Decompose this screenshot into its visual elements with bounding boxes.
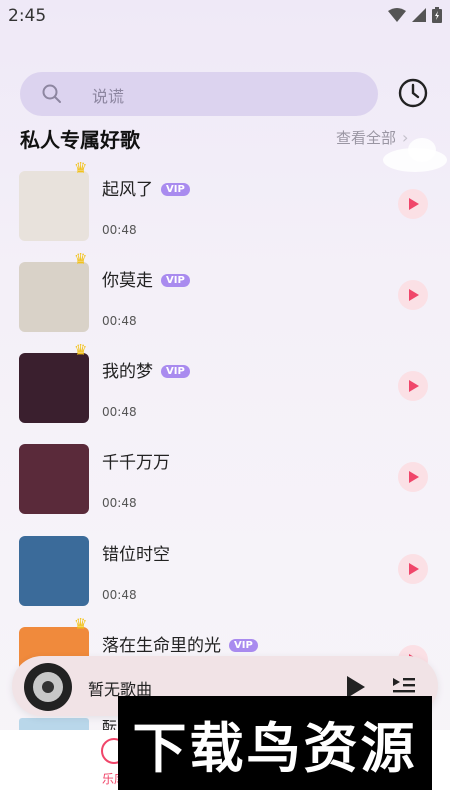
- vip-badge: VIP: [229, 639, 258, 652]
- play-song-button[interactable]: [398, 554, 428, 584]
- song-item[interactable]: 千千万万 00:48: [0, 444, 450, 524]
- song-duration: 00:48: [102, 314, 137, 328]
- song-duration: 00:48: [102, 588, 137, 602]
- disc-icon: [24, 663, 72, 711]
- crown-icon: ♛: [74, 615, 88, 633]
- song-item[interactable]: 错位时空 00:48: [0, 536, 450, 616]
- status-time: 2:45: [8, 6, 47, 26]
- battery-icon: [432, 7, 442, 23]
- history-icon[interactable]: [397, 77, 429, 109]
- cloud-icon: [383, 138, 447, 172]
- song-title: 错位时空: [102, 540, 170, 565]
- status-bar: 2:45: [0, 0, 450, 32]
- status-icons: [388, 7, 442, 23]
- song-item[interactable]: ♛ 我的梦 VIP 00:48: [0, 341, 450, 433]
- watermark: 下载鸟资源: [118, 696, 432, 790]
- play-song-button[interactable]: [398, 371, 428, 401]
- play-icon[interactable]: [347, 676, 365, 698]
- section-title: 私人专属好歌: [20, 128, 140, 152]
- song-title-text: 错位时空: [102, 545, 170, 565]
- song-title-text: 你莫走: [102, 271, 153, 291]
- play-song-button[interactable]: [398, 280, 428, 310]
- song-title-text: 千千万万: [102, 453, 170, 473]
- song-title: 你莫走 VIP: [102, 266, 190, 291]
- wifi-icon: [388, 8, 406, 22]
- vip-badge: VIP: [161, 365, 190, 378]
- playlist-icon[interactable]: [392, 676, 416, 696]
- watermark-text: 下载鸟资源: [132, 716, 418, 780]
- song-cover: [19, 171, 89, 241]
- song-cover: [19, 353, 89, 423]
- song-title: 起风了 VIP: [102, 175, 190, 200]
- search-bar[interactable]: 说谎: [20, 72, 378, 116]
- song-duration: 00:48: [102, 405, 137, 419]
- song-cover: [19, 262, 89, 332]
- crown-icon: ♛: [74, 341, 88, 359]
- song-title-text: 我的梦: [102, 362, 153, 382]
- song-title-text: 起风了: [102, 180, 153, 200]
- vip-badge: VIP: [161, 183, 190, 196]
- song-cover: [19, 444, 89, 514]
- partial-song-cover: [19, 718, 89, 730]
- signal-icon: [412, 8, 426, 22]
- search-placeholder: 说谎: [92, 87, 125, 106]
- song-item[interactable]: ♛ 起风了 VIP 00:48: [0, 159, 450, 251]
- song-item[interactable]: ♛ 你莫走 VIP 00:48: [0, 250, 450, 342]
- song-title: 我的梦 VIP: [102, 357, 190, 382]
- play-song-button[interactable]: [398, 462, 428, 492]
- crown-icon: ♛: [74, 159, 88, 177]
- search-icon: [42, 84, 61, 103]
- song-duration: 00:48: [102, 223, 137, 237]
- song-title: 千千万万: [102, 448, 170, 473]
- song-title-text: 落在生命里的光: [102, 636, 221, 656]
- song-cover: [19, 536, 89, 606]
- vip-badge: VIP: [161, 274, 190, 287]
- song-title: 落在生命里的光 VIP: [102, 631, 258, 656]
- play-song-button[interactable]: [398, 189, 428, 219]
- crown-icon: ♛: [74, 250, 88, 268]
- song-duration: 00:48: [102, 496, 137, 510]
